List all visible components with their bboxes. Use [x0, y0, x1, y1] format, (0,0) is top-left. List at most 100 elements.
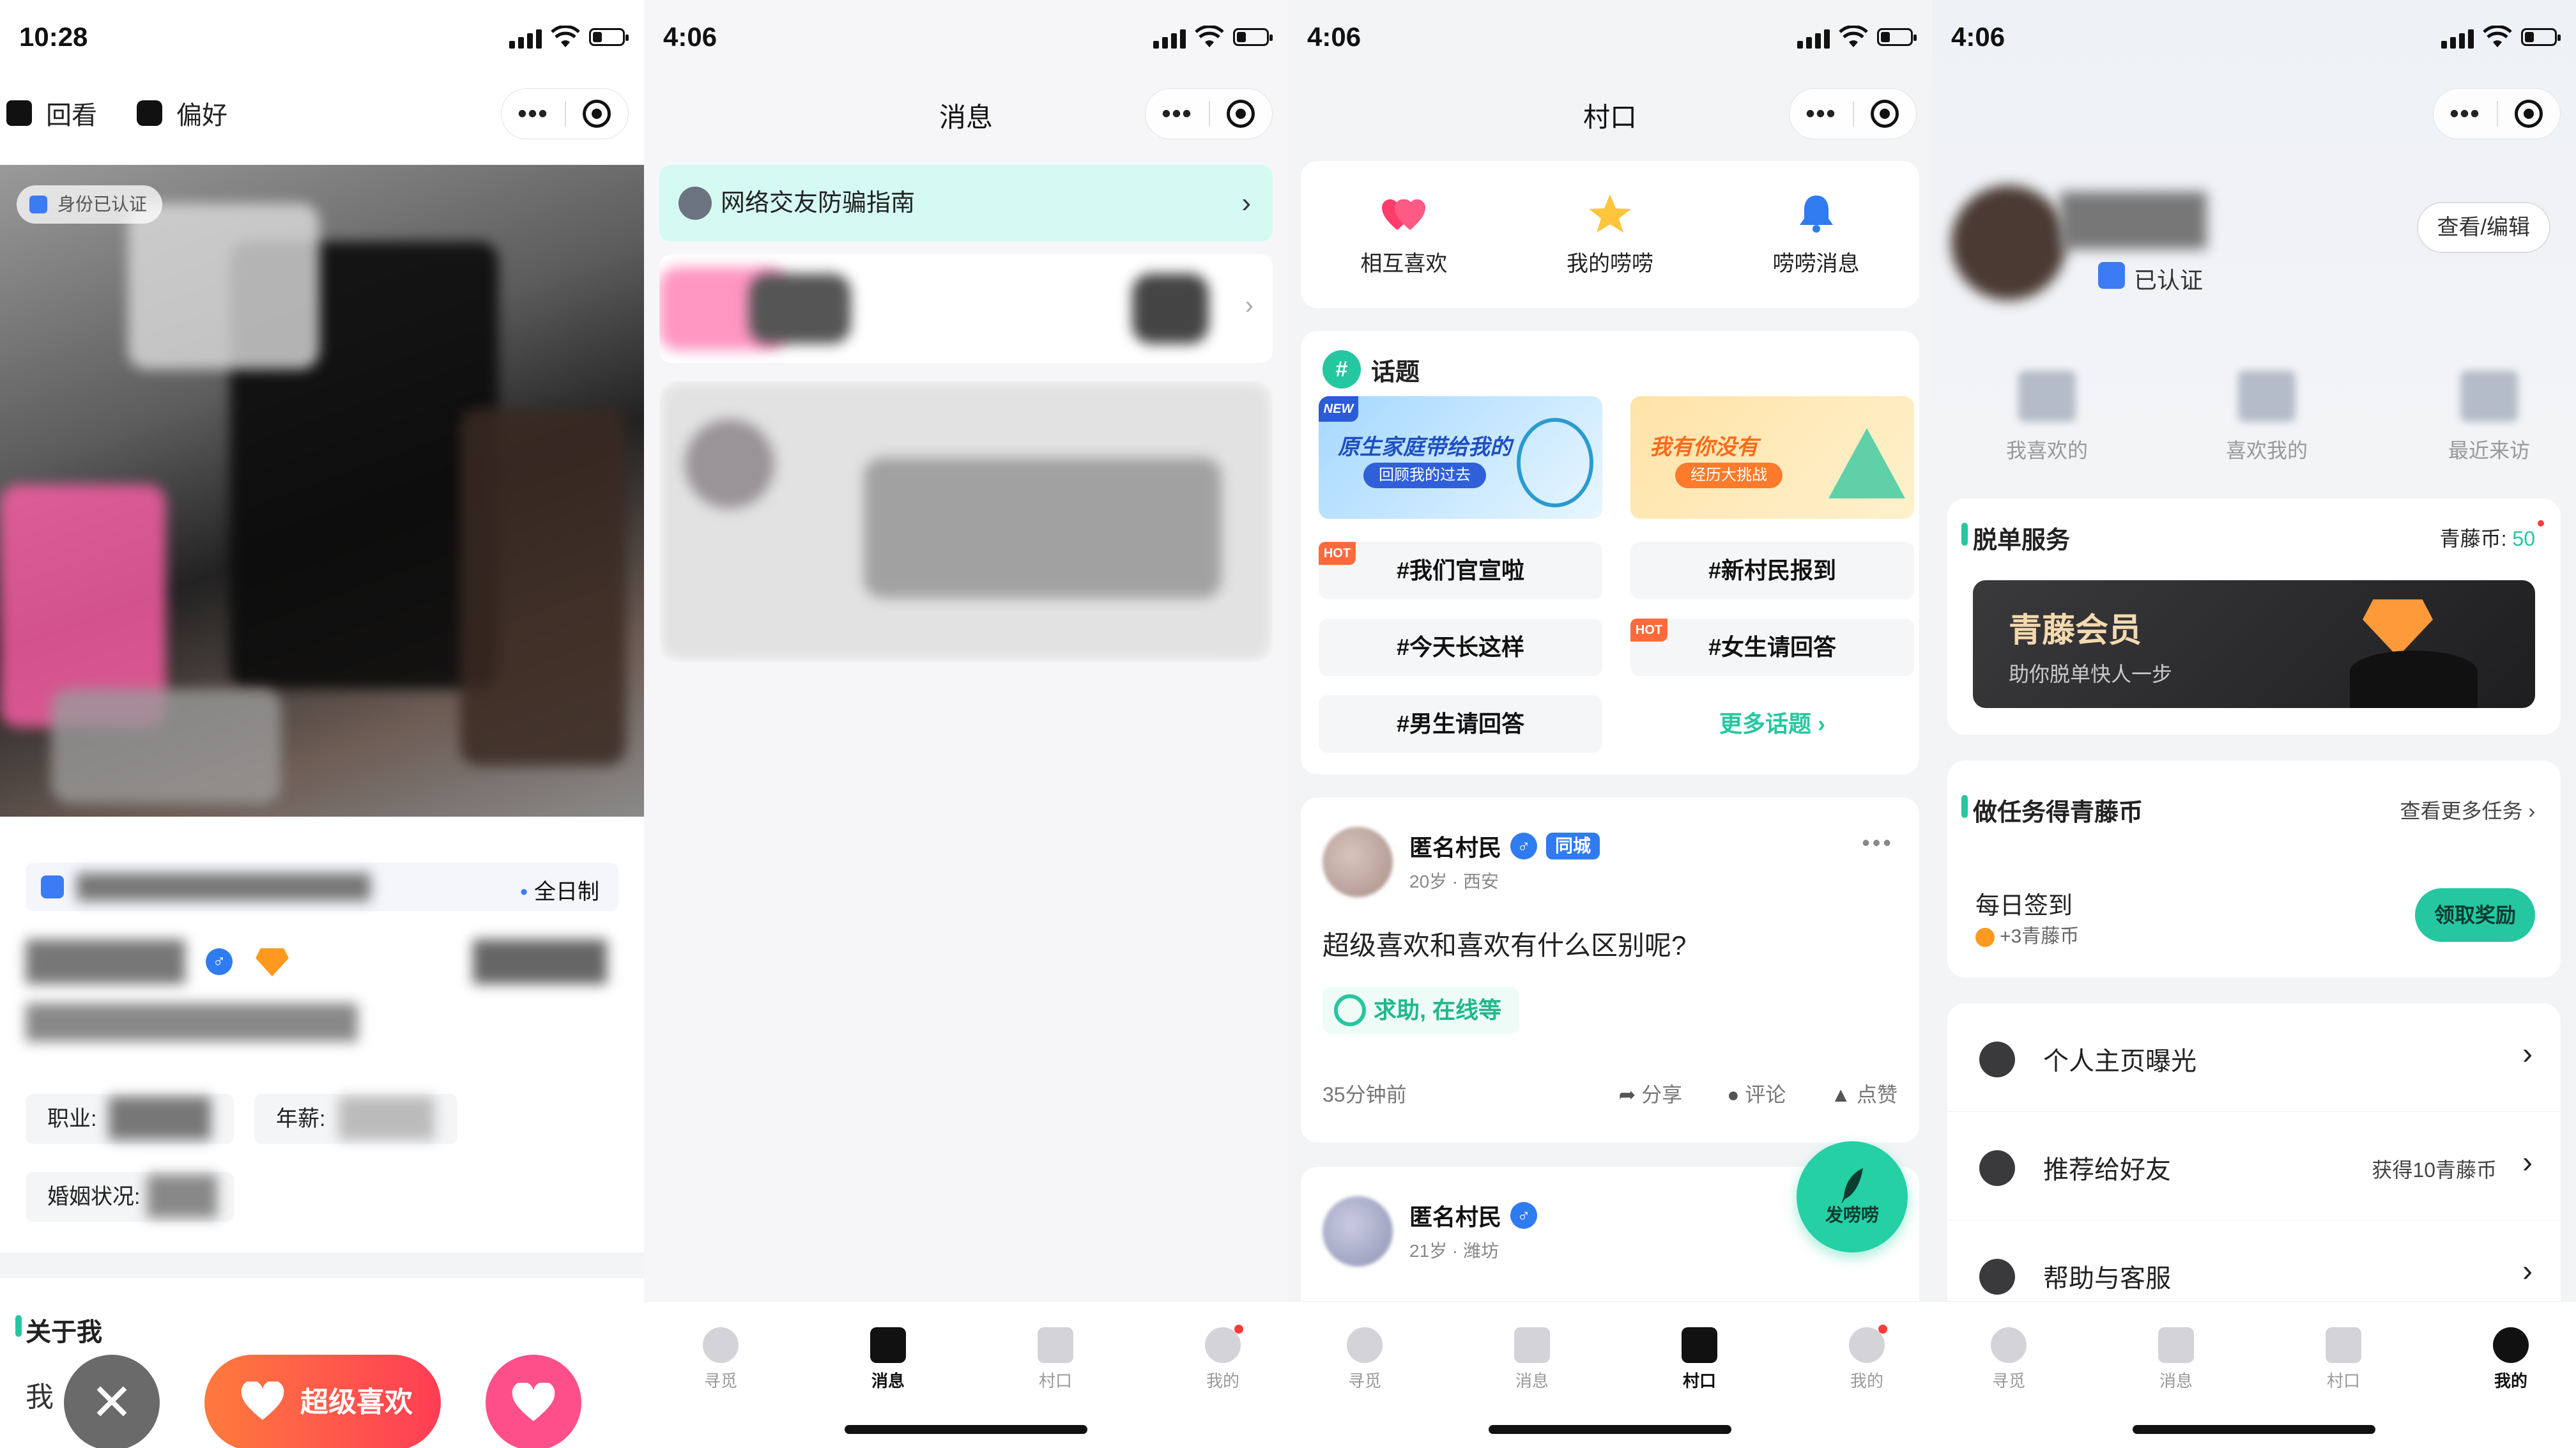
mini-program-capsule: ••• [501, 88, 629, 139]
star-icon [1588, 194, 1631, 233]
message-item[interactable] [659, 381, 1273, 662]
battery-icon [1233, 28, 1273, 46]
identity-verified-badge: 身份已认证 [17, 185, 163, 224]
topic-chip[interactable]: HOT #女生请回答 [1630, 619, 1914, 676]
preference-icon[interactable] [137, 100, 162, 126]
tab-messages[interactable]: 消息 [1481, 1327, 1583, 1392]
close-miniprogram-icon[interactable] [1210, 100, 1272, 128]
like-button[interactable] [486, 1355, 581, 1448]
tab-village[interactable]: 村口 [2292, 1327, 2395, 1392]
banner-title: 我有你没有 [1650, 435, 1758, 459]
close-miniprogram-icon[interactable] [2498, 100, 2560, 128]
guide-label: 网络交友防骗指南 [721, 190, 916, 217]
coins-balance[interactable]: 青藤币: 50 [2440, 520, 2544, 552]
marital-value-redacted [147, 1175, 217, 1218]
topic-chip[interactable]: #新村民报到 [1630, 542, 1914, 599]
status-time: 4:06 [663, 22, 717, 52]
preference-button[interactable]: 偏好 [176, 95, 227, 132]
thumbs-up-icon: ▲ [1830, 1083, 1857, 1106]
menu-item-label: 推荐给好友 [2043, 1156, 2171, 1184]
like-post-button[interactable]: ▲ 点赞 [1830, 1079, 1897, 1108]
menu-item-recommend-friends[interactable]: 推荐给好友 获得10青藤币 › [1947, 1112, 2561, 1221]
avatar[interactable] [1322, 1196, 1393, 1267]
mutual-like-label: 相互喜欢 [1360, 252, 1448, 276]
tab-me[interactable]: 我的 [1172, 1325, 1274, 1392]
stat-i-liked[interactable]: 我喜欢的 [1970, 371, 2124, 464]
profile-photo[interactable] [0, 165, 644, 817]
tab-village-label: 村口 [1682, 1371, 1716, 1390]
quick-actions-card: 相互喜欢 我的唠唠 唠唠消息 [1301, 161, 1919, 308]
my-posts-button[interactable]: 我的唠唠 [1533, 193, 1687, 277]
dislike-button[interactable]: ✕ [64, 1355, 160, 1448]
help-tag[interactable]: 求助, 在线等 [1322, 987, 1520, 1034]
more-options-icon[interactable]: ••• [1862, 829, 1894, 856]
topics-card: # 话题 NEW 原生家庭带给我的 回顾我的过去 我有你没有 经历大挑战 HOT #… [1301, 331, 1919, 774]
tab-me[interactable]: 我的 [2460, 1327, 2562, 1392]
tags-redacted [26, 1003, 358, 1042]
more-icon[interactable]: ••• [1146, 88, 1209, 139]
author-name: 匿名村民 [1409, 835, 1502, 861]
tab-messages[interactable]: 消息 [837, 1327, 939, 1392]
mutual-like-button[interactable]: 相互喜欢 [1327, 193, 1480, 277]
avatar[interactable] [1322, 827, 1393, 897]
tab-me[interactable]: 我的 [1816, 1325, 1918, 1392]
comment-button[interactable]: ● 评论 [1727, 1079, 1786, 1108]
heart-icon [512, 1383, 555, 1421]
post-footer: 35分钟前 ➦ 分享 ● 评论 ▲ 点赞 [1322, 1079, 1897, 1108]
daily-reward-label: +3青藤币 [2000, 926, 2080, 947]
stat-liked-me[interactable]: 喜欢我的 [2190, 371, 2343, 464]
tab-village[interactable]: 村口 [1648, 1327, 1751, 1392]
replay-icon[interactable] [6, 100, 32, 126]
verified-label: 已认证 [2134, 267, 2204, 293]
tasks-title: 做任务得青藤币 [1961, 792, 2143, 828]
mini-program-capsule: ••• [1145, 88, 1273, 139]
topics-title: 话题 [1371, 358, 1420, 386]
menu-item-profile-exposure[interactable]: 个人主页曝光 › [1947, 1003, 2561, 1112]
post-messages-button[interactable]: 唠唠消息 [1740, 193, 1893, 277]
vip-subtitle: 助你脱单快人一步 [2009, 663, 2173, 686]
triangle-illustration-icon [1828, 428, 1905, 498]
status-bar: 4:06 [1288, 0, 1932, 77]
post-card[interactable]: 匿名村民 ♂ 同城 20岁 · 西安 ••• 超级喜欢和喜欢有什么区别呢? 求助… [1301, 797, 1919, 1143]
tab-explore[interactable]: 寻觅 [670, 1327, 772, 1392]
topic-chip[interactable]: HOT #我们官宣啦 [1319, 542, 1602, 599]
more-icon[interactable]: ••• [1790, 88, 1853, 139]
tab-village[interactable]: 村口 [1004, 1327, 1107, 1392]
more-icon[interactable]: ••• [2434, 88, 2497, 139]
about-me-title: 关于我 [15, 1311, 102, 1348]
topic-banner-family[interactable]: NEW 原生家庭带给我的 回顾我的过去 [1319, 396, 1602, 519]
view-edit-button[interactable]: 查看/编辑 [2416, 202, 2550, 253]
claim-reward-button[interactable]: 领取奖励 [2414, 888, 2535, 942]
wifi-icon [1195, 26, 1224, 47]
close-miniprogram-icon[interactable] [566, 100, 628, 128]
tab-explore[interactable]: 寻觅 [1314, 1327, 1416, 1392]
vip-membership-banner[interactable]: 青藤会员 助你脱单快人一步 [1973, 580, 2535, 708]
topic-banner-challenge[interactable]: 我有你没有 经历大挑战 [1630, 396, 1914, 519]
anti-fraud-guide-banner[interactable]: 网络交友防骗指南 › [659, 165, 1273, 242]
tab-explore[interactable]: 寻觅 [1958, 1327, 2060, 1392]
share-button[interactable]: ➦ 分享 [1618, 1079, 1682, 1108]
more-icon[interactable]: ••• [502, 88, 565, 139]
help-tag-label: 求助, 在线等 [1374, 997, 1502, 1023]
stat-recent-visitors[interactable]: 最近来访 [2412, 371, 2566, 464]
new-post-button[interactable]: 发唠唠 [1797, 1141, 1908, 1252]
replay-button[interactable]: 回看 [46, 95, 97, 132]
topic-chip[interactable]: #男生请回答 [1319, 695, 1602, 753]
super-like-button[interactable]: 超级喜欢 [204, 1355, 441, 1448]
profile-panel: 10:28 回看 偏好 ••• 身份已认证 全日制 ♂ 职业: 年薪: 婚姻状况… [0, 0, 644, 1448]
topic-chip[interactable]: #今天长这样 [1319, 619, 1602, 676]
comment-label: 评论 [1745, 1083, 1786, 1106]
more-topics-button[interactable]: 更多话题 › [1630, 695, 1914, 753]
more-tasks-link[interactable]: 查看更多任务 › [2400, 795, 2535, 824]
message-item[interactable]: › [659, 254, 1273, 363]
close-miniprogram-icon[interactable] [1854, 100, 1916, 128]
male-icon: ♂ [206, 948, 233, 975]
shield-icon [2098, 262, 2125, 289]
unread-dot [1234, 1325, 1243, 1334]
avatar[interactable] [1951, 185, 2066, 300]
tab-messages[interactable]: 消息 [2125, 1327, 2227, 1392]
banner-subtitle: 经历大挑战 [1675, 463, 1782, 488]
me-icon [1205, 1325, 1243, 1363]
job-value-redacted [109, 1097, 211, 1140]
signal-icon [2441, 29, 2474, 49]
